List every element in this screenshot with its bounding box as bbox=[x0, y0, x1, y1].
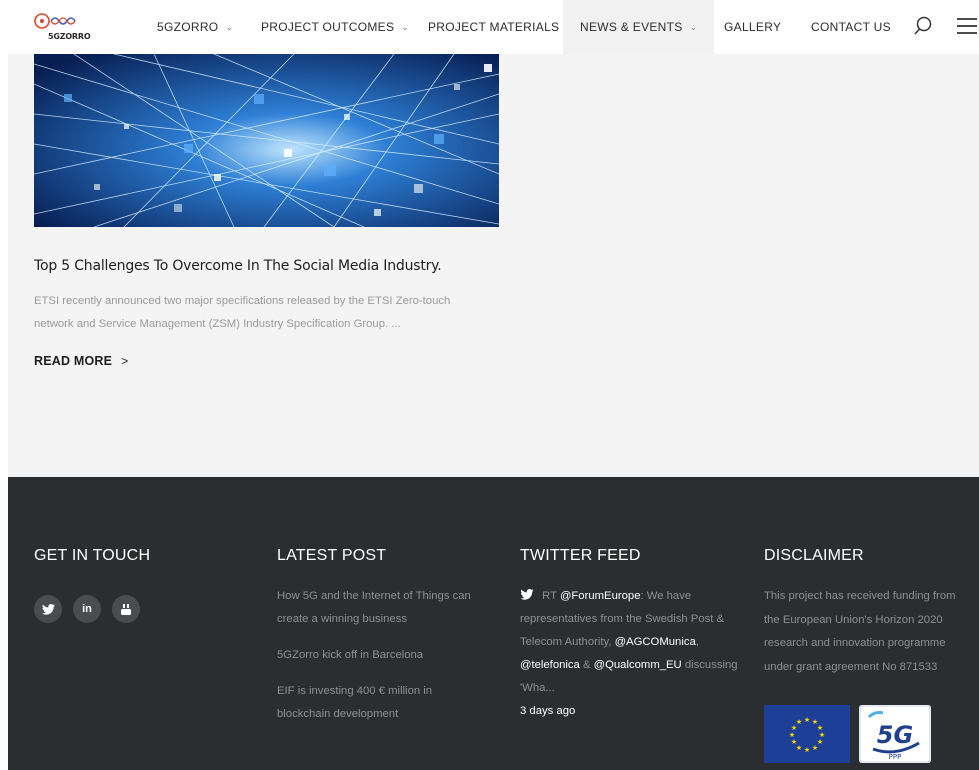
read-more-label: READ MORE bbox=[34, 354, 113, 368]
nav-label: 5GZORRO bbox=[157, 20, 219, 34]
nav-item-gallery[interactable]: GALLERY bbox=[724, 0, 781, 54]
chevron-down-icon: ⌄ bbox=[225, 21, 234, 32]
post-title[interactable]: Top 5 Challenges To Overcome In The Soci… bbox=[34, 258, 442, 274]
footer-col-disclaimer: DISCLAIMER This project has received fun… bbox=[764, 547, 969, 763]
tweet-mention[interactable]: @ForumEurope bbox=[560, 590, 641, 602]
svg-text:★: ★ bbox=[819, 731, 825, 739]
nav-label: GALLERY bbox=[724, 20, 782, 34]
latest-post-link[interactable]: EIF is investing 400 € million in blockc… bbox=[277, 680, 487, 726]
twitter-bird-icon bbox=[520, 589, 534, 600]
eu-flag-logo: ★ ★ ★ ★ ★ ★ ★ ★ ★ ★ ★ ★ bbox=[764, 705, 850, 763]
linkedin-icon[interactable]: in bbox=[73, 595, 101, 623]
ppp-label: PPP bbox=[889, 753, 902, 761]
svg-text:★: ★ bbox=[796, 718, 802, 726]
tweet-segment: , bbox=[695, 636, 699, 648]
tweet-mention[interactable]: @AGCOMunica bbox=[615, 636, 696, 648]
post-hero-image[interactable] bbox=[34, 54, 499, 227]
nav-label: CONTACT US bbox=[811, 20, 891, 34]
linkedin-glyph: in bbox=[82, 603, 92, 615]
nav-label: PROJECT MATERIALS bbox=[428, 20, 560, 34]
site-logo[interactable]: 5GZORRO bbox=[33, 11, 93, 45]
social-links: in bbox=[34, 595, 150, 623]
twitter-icon[interactable] bbox=[34, 595, 62, 623]
tweet-mention[interactable]: @telefonica bbox=[520, 659, 580, 671]
svg-text:★: ★ bbox=[812, 744, 818, 752]
footer-col-twitter-feed: TWITTER FEED RT @ForumEurope: We have re… bbox=[520, 547, 738, 723]
site-footer: GET IN TOUCH in LATEST POST How 5G and t… bbox=[8, 477, 979, 770]
nav-item-news-events[interactable]: NEWS & EVENTS ⌄ bbox=[563, 0, 715, 54]
tweet-mention[interactable]: @Qualcomm_EU bbox=[594, 659, 682, 671]
post-excerpt: ETSI recently announced two major specif… bbox=[34, 295, 451, 330]
hamburger-menu-icon[interactable] bbox=[955, 15, 977, 37]
nav-label: PROJECT OUTCOMES bbox=[261, 20, 395, 34]
disclaimer-text: This project has received funding from t… bbox=[764, 590, 956, 673]
svg-text:★: ★ bbox=[804, 746, 810, 754]
nav-item-contact-us[interactable]: CONTACT US bbox=[811, 0, 891, 54]
tweet-prefix: RT bbox=[542, 590, 560, 602]
svg-text:★: ★ bbox=[791, 738, 797, 746]
footer-col-get-in-touch: GET IN TOUCH in bbox=[34, 547, 150, 623]
chevron-down-icon: ⌄ bbox=[689, 21, 698, 32]
site-header: 5GZORRO 5GZORRO ⌄ PROJECT OUTCOMES ⌄ PRO… bbox=[0, 0, 979, 54]
svg-text:★: ★ bbox=[817, 724, 823, 732]
svg-text:5G: 5G bbox=[877, 721, 913, 749]
tweet-segment: & bbox=[579, 659, 594, 671]
tweet-timestamp[interactable]: 3 days ago bbox=[520, 700, 738, 723]
nav-item-project-materials[interactable]: PROJECT MATERIALS bbox=[428, 0, 559, 54]
chevron-down-icon: ⌄ bbox=[401, 21, 410, 32]
read-more-link[interactable]: READ MORE > bbox=[34, 354, 128, 368]
logo-text: 5GZORRO bbox=[48, 32, 91, 41]
footer-heading: TWITTER FEED bbox=[520, 547, 641, 564]
footer-col-latest-post: LATEST POST How 5G and the Internet of T… bbox=[277, 547, 487, 739]
footer-heading: GET IN TOUCH bbox=[34, 547, 151, 564]
footer-heading: DISCLAIMER bbox=[764, 547, 864, 564]
svg-text:★: ★ bbox=[789, 731, 795, 739]
youtube-icon[interactable] bbox=[112, 595, 140, 623]
tweet-text: RT @ForumEurope: We have representatives… bbox=[520, 585, 738, 700]
search-icon[interactable] bbox=[912, 15, 934, 37]
nav-label: NEWS & EVENTS bbox=[580, 20, 683, 34]
chevron-right-icon: > bbox=[121, 354, 129, 368]
latest-post-link[interactable]: 5GZorro kick off in Barcelona bbox=[277, 644, 487, 667]
left-edge bbox=[0, 0, 8, 770]
nav-item-project-outcomes[interactable]: PROJECT OUTCOMES ⌄ bbox=[261, 0, 409, 54]
footer-heading: LATEST POST bbox=[277, 547, 387, 564]
page: 5GZORRO 5GZORRO ⌄ PROJECT OUTCOMES ⌄ PRO… bbox=[0, 0, 979, 770]
5g-ppp-logo: 5G PPP bbox=[859, 705, 931, 763]
svg-text:★: ★ bbox=[804, 716, 810, 724]
latest-post-link[interactable]: How 5G and the Internet of Things can cr… bbox=[277, 585, 487, 631]
nav-item-5gzorro[interactable]: 5GZORRO ⌄ bbox=[157, 0, 233, 54]
funding-logos: ★ ★ ★ ★ ★ ★ ★ ★ ★ ★ ★ ★ 5G PPP bbox=[764, 705, 969, 763]
